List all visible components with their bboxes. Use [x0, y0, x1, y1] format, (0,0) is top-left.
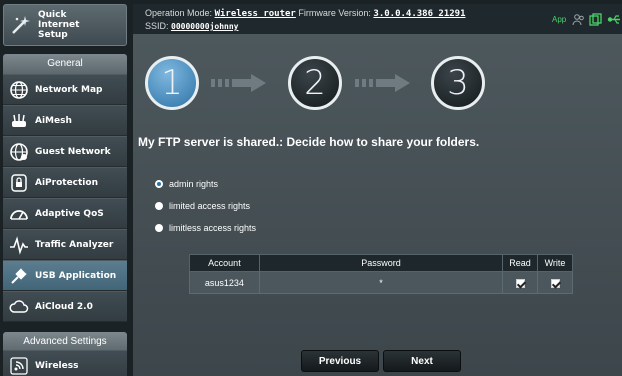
- table-row: asus1234 *: [189, 271, 573, 294]
- router-icon: [12, 113, 26, 127]
- wizard-heading: My FTP server is shared.: Decide how to …: [138, 135, 480, 149]
- option-label: limited access rights: [169, 201, 251, 211]
- option-admin-rights[interactable]: admin rights: [155, 179, 218, 189]
- write-checkbox[interactable]: [550, 278, 560, 288]
- advanced-settings-header: Advanced Settings: [3, 332, 127, 352]
- column-header-password: Password: [258, 254, 504, 272]
- usb-icon: [11, 267, 27, 284]
- sidebar-item-traffic-analyzer[interactable]: Traffic Analyzer: [3, 229, 127, 260]
- quick-internet-setup-button[interactable]: Quick Internet Setup: [3, 4, 127, 46]
- quick-internet-setup-label: Quick Internet Setup: [38, 10, 80, 40]
- option-limited-access-rights[interactable]: limited access rights: [155, 201, 250, 211]
- account-cell: asus1234: [189, 271, 260, 294]
- guest-globe-icon: [10, 142, 28, 161]
- sidebar-item-label: Traffic Analyzer: [35, 239, 114, 250]
- sidebar-item-usb-application[interactable]: USB Application: [3, 260, 127, 291]
- sidebar-item-label: USB Application: [35, 270, 117, 281]
- column-header-account: Account: [189, 254, 260, 272]
- top-status-bar: Operation Mode: Wireless router Firmware…: [133, 4, 622, 34]
- radio-button[interactable]: [155, 180, 163, 188]
- table-header-row: Account Password Read Write: [189, 254, 573, 272]
- app-link[interactable]: App: [552, 15, 566, 24]
- read-checkbox[interactable]: [515, 278, 525, 288]
- sidebar-item-aicloud[interactable]: AiCloud 2.0: [3, 291, 127, 322]
- option-label: limitless access rights: [169, 223, 257, 233]
- sidebar-item-guest-network[interactable]: Guest Network: [3, 136, 127, 167]
- wifi-icon: [10, 356, 28, 375]
- option-label: admin rights: [169, 179, 219, 189]
- step-arrow-icon: [211, 74, 266, 92]
- globe-icon: [10, 80, 28, 99]
- column-header-read: Read: [502, 254, 539, 272]
- radio-button[interactable]: [155, 224, 163, 232]
- usb-status-icon[interactable]: [607, 13, 620, 26]
- wizard-panel: 1 2 3 My FTP server is shared.: Decide h…: [133, 34, 622, 376]
- sidebar-item-wireless[interactable]: Wireless: [3, 350, 127, 376]
- password-cell: *: [258, 271, 504, 294]
- operation-mode-link[interactable]: Wireless router: [215, 9, 296, 19]
- ssid-value: 00000000johnny: [171, 22, 239, 31]
- read-cell: [502, 271, 539, 294]
- account-table: Account Password Read Write asus1234 *: [189, 254, 573, 294]
- sidebar-item-label: AiCloud 2.0: [35, 301, 93, 312]
- wizard-step-1: 1: [145, 56, 199, 110]
- step-arrow-icon: [355, 74, 410, 92]
- advanced-menu: Wireless: [3, 350, 127, 376]
- sidebar-item-label: AiProtection: [35, 177, 98, 188]
- sidebar-item-aiprotection[interactable]: AiProtection: [3, 167, 127, 198]
- sidebar-item-label: Network Map: [35, 84, 103, 95]
- magic-wand-icon: [12, 16, 30, 34]
- ssid-label: SSID:: [145, 21, 169, 31]
- general-section-header: General: [3, 54, 127, 74]
- sidebar: Quick Internet Setup General Network Map…: [3, 4, 127, 376]
- wizard-step-3: 3: [431, 56, 485, 110]
- speedometer-icon: [10, 209, 28, 220]
- operation-mode-label: Operation Mode:: [145, 8, 213, 18]
- sidebar-item-label: AiMesh: [35, 115, 72, 126]
- next-button[interactable]: Next: [383, 350, 461, 372]
- option-limitless-access-rights[interactable]: limitless access rights: [155, 223, 256, 233]
- wizard-step-2: 2: [288, 56, 342, 110]
- users-icon[interactable]: [572, 13, 585, 26]
- firmware-label: Firmware Version:: [298, 8, 371, 18]
- sidebar-item-network-map[interactable]: Network Map: [3, 74, 127, 105]
- router-admin-frame: Quick Internet Setup General Network Map…: [0, 0, 622, 376]
- sidebar-item-adaptive-qos[interactable]: Adaptive QoS: [3, 198, 127, 229]
- copy-icon[interactable]: [589, 13, 602, 26]
- firmware-version-link[interactable]: 3.0.0.4.386_21291: [373, 9, 465, 19]
- sidebar-item-label: Guest Network: [35, 146, 111, 157]
- sidebar-item-aimesh[interactable]: AiMesh: [3, 105, 127, 136]
- previous-button[interactable]: Previous: [301, 350, 379, 372]
- pulse-icon: [10, 235, 28, 255]
- write-cell: [537, 271, 573, 294]
- sidebar-item-label: Wireless: [35, 360, 79, 371]
- lock-icon: [11, 173, 27, 192]
- cloud-icon: [9, 299, 29, 313]
- radio-button[interactable]: [155, 202, 163, 210]
- column-header-write: Write: [537, 254, 573, 272]
- ssid-line: SSID: 00000000johnny: [145, 21, 238, 31]
- general-menu: Network Map AiMesh Guest Network AiProte…: [3, 74, 127, 322]
- operation-mode-line: Operation Mode: Wireless router Firmware…: [145, 8, 466, 19]
- sidebar-item-label: Adaptive QoS: [35, 208, 104, 219]
